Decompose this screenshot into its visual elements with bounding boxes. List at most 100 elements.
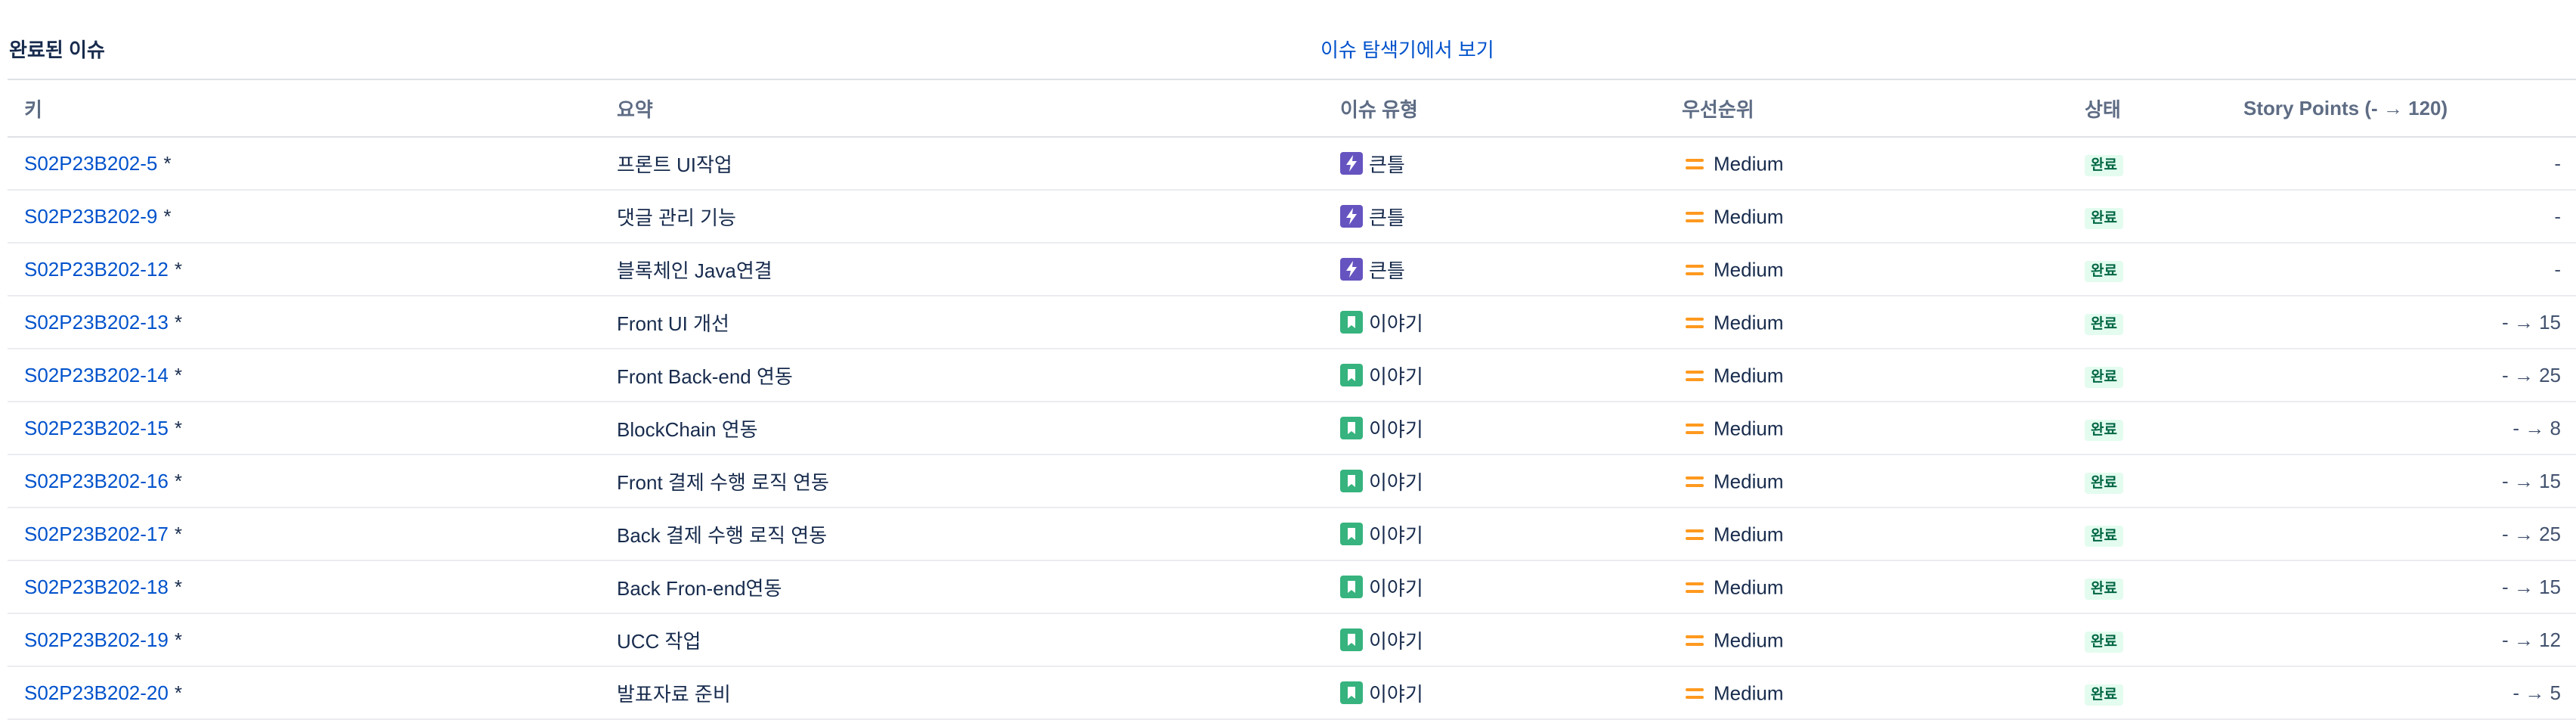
priority-cell: Medium bbox=[1682, 455, 2085, 508]
issue-summary: BlockChain 연동 bbox=[617, 402, 1340, 455]
issue-key-link[interactable]: S02P23B202-12 bbox=[24, 258, 169, 281]
table-row: S02P23B202-12 * 블록체인 Java연결 큰틀 Medium 완료 … bbox=[8, 243, 2576, 296]
status-cell: 완료 bbox=[2085, 137, 2243, 191]
status-badge: 완료 bbox=[2085, 154, 2123, 176]
issue-key-cell: S02P23B202-5 * bbox=[8, 137, 617, 191]
story-points-cell: - → 12 bbox=[2243, 613, 2576, 667]
priority-cell: Medium bbox=[1682, 296, 2085, 349]
status-badge: 완료 bbox=[2085, 631, 2123, 653]
status-cell: 완료 bbox=[2085, 349, 2243, 402]
issue-key-link[interactable]: S02P23B202-16 bbox=[24, 470, 169, 492]
story-points-arrow: → bbox=[2525, 416, 2545, 439]
story-points-old: - bbox=[2501, 522, 2509, 545]
status-badge: 완료 bbox=[2085, 366, 2123, 388]
issue-key-link[interactable]: S02P23B202-17 bbox=[24, 523, 169, 545]
issue-type-cell: 이야기 bbox=[1340, 666, 1682, 720]
medium-priority-icon bbox=[1685, 422, 1704, 436]
priority-cell: Medium bbox=[1682, 243, 2085, 296]
issue-type-cell: 이야기 bbox=[1340, 402, 1682, 455]
story-points-old: - bbox=[2501, 575, 2509, 598]
issue-key-cell: S02P23B202-18 * bbox=[8, 560, 617, 614]
changed-mark: * bbox=[163, 151, 172, 175]
issue-summary: 댓글 관리 기능 bbox=[617, 190, 1340, 244]
story-points-old: - bbox=[2554, 257, 2561, 281]
story-points-cell: - bbox=[2243, 190, 2576, 244]
story-points-old: - bbox=[2513, 681, 2520, 704]
changed-mark: * bbox=[174, 469, 182, 492]
column-header-issue-type[interactable]: 이슈 유형 bbox=[1340, 79, 1682, 138]
issue-key-link[interactable]: S02P23B202-5 bbox=[24, 152, 157, 175]
priority-label: Medium bbox=[1714, 258, 1784, 281]
column-header-priority[interactable]: 우선순위 bbox=[1682, 79, 2085, 138]
priority-label: Medium bbox=[1714, 628, 1784, 652]
story-points-arrow: → bbox=[2513, 310, 2534, 334]
table-row: S02P23B202-15 * BlockChain 연동 이야기 Medium … bbox=[8, 402, 2576, 455]
changed-mark: * bbox=[174, 575, 182, 598]
status-cell: 완료 bbox=[2085, 455, 2243, 508]
changed-mark: * bbox=[174, 522, 182, 545]
story-points-new: 5 bbox=[2550, 681, 2561, 704]
story-points-cell: - → 5 bbox=[2243, 666, 2576, 720]
column-header-status[interactable]: 상태 bbox=[2085, 79, 2243, 138]
issue-type-cell: 이야기 bbox=[1340, 507, 1682, 561]
priority-cell: Medium bbox=[1682, 349, 2085, 402]
priority-cell: Medium bbox=[1682, 190, 2085, 244]
issue-type-cell: 이야기 bbox=[1340, 349, 1682, 402]
priority-cell: Medium bbox=[1682, 137, 2085, 191]
issue-key-cell: S02P23B202-20 * bbox=[8, 666, 617, 720]
column-header-summary[interactable]: 요약 bbox=[617, 79, 1340, 138]
story-points-cell: - bbox=[2243, 137, 2576, 191]
issue-type-label: 이야기 bbox=[1369, 470, 1423, 494]
issue-key-link[interactable]: S02P23B202-19 bbox=[24, 628, 169, 651]
issue-key-link[interactable]: S02P23B202-18 bbox=[24, 576, 169, 598]
issue-summary: Back Fron-end연동 bbox=[617, 560, 1340, 614]
epic-lightning-icon bbox=[1340, 258, 1363, 281]
story-points-cell: - → 8 bbox=[2243, 402, 2576, 455]
medium-priority-icon bbox=[1685, 316, 1704, 330]
issue-key-link[interactable]: S02P23B202-13 bbox=[24, 311, 169, 334]
story-points-old: - bbox=[2513, 416, 2520, 439]
issue-type-label: 큰틀 bbox=[1369, 206, 1405, 229]
priority-label: Medium bbox=[1714, 576, 1784, 599]
story-points-cell: - → 25 bbox=[2243, 507, 2576, 561]
table-row: S02P23B202-19 * UCC 작업 이야기 Medium 완료 - → … bbox=[8, 613, 2576, 667]
story-bookmark-icon bbox=[1340, 681, 1363, 704]
issue-key-cell: S02P23B202-17 * bbox=[8, 507, 617, 561]
priority-label: Medium bbox=[1714, 364, 1784, 387]
issue-key-cell: S02P23B202-19 * bbox=[8, 613, 617, 667]
status-badge: 완료 bbox=[2085, 525, 2123, 547]
status-cell: 완료 bbox=[2085, 190, 2243, 244]
story-points-new: 15 bbox=[2539, 469, 2561, 492]
changed-mark: * bbox=[174, 257, 182, 281]
issue-type-cell: 큰틀 bbox=[1340, 190, 1682, 244]
medium-priority-icon bbox=[1685, 263, 1704, 277]
issue-key-link[interactable]: S02P23B202-20 bbox=[24, 681, 169, 704]
issue-key-link[interactable]: S02P23B202-15 bbox=[24, 417, 169, 439]
issue-type-label: 이야기 bbox=[1369, 682, 1423, 706]
story-points-arrow: → bbox=[2513, 628, 2534, 651]
table-row: S02P23B202-16 * Front 결제 수행 로직 연동 이야기 Med… bbox=[8, 455, 2576, 508]
issue-summary: Front UI 개선 bbox=[617, 296, 1340, 349]
story-bookmark-icon bbox=[1340, 628, 1363, 651]
story-points-old: - bbox=[2501, 363, 2509, 386]
issue-type-label: 이야기 bbox=[1369, 576, 1423, 600]
view-in-issue-navigator-link[interactable]: 이슈 탐색기에서 보기 bbox=[1321, 35, 1494, 63]
story-points-old: - bbox=[2554, 151, 2561, 175]
issue-key-cell: S02P23B202-13 * bbox=[8, 296, 617, 349]
column-header-story-points[interactable]: Story Points (- → 120) bbox=[2243, 79, 2576, 138]
story-bookmark-icon bbox=[1340, 576, 1363, 598]
story-points-new: 15 bbox=[2539, 575, 2561, 598]
story-bookmark-icon bbox=[1340, 364, 1363, 386]
issue-key-cell: S02P23B202-9 * bbox=[8, 190, 617, 244]
table-row: S02P23B202-9 * 댓글 관리 기능 큰틀 Medium 완료 - bbox=[8, 190, 2576, 244]
medium-priority-icon bbox=[1685, 210, 1704, 224]
column-header-key[interactable]: 키 bbox=[8, 79, 617, 138]
issue-type-cell: 큰틀 bbox=[1340, 137, 1682, 191]
issue-key-link[interactable]: S02P23B202-9 bbox=[24, 205, 157, 228]
story-points-cell: - bbox=[2243, 243, 2576, 296]
story-bookmark-icon bbox=[1340, 417, 1363, 439]
issue-key-link[interactable]: S02P23B202-14 bbox=[24, 364, 169, 386]
issue-type-label: 큰틀 bbox=[1369, 153, 1405, 176]
medium-priority-icon bbox=[1685, 581, 1704, 594]
issue-summary: 발표자료 준비 bbox=[617, 666, 1340, 720]
